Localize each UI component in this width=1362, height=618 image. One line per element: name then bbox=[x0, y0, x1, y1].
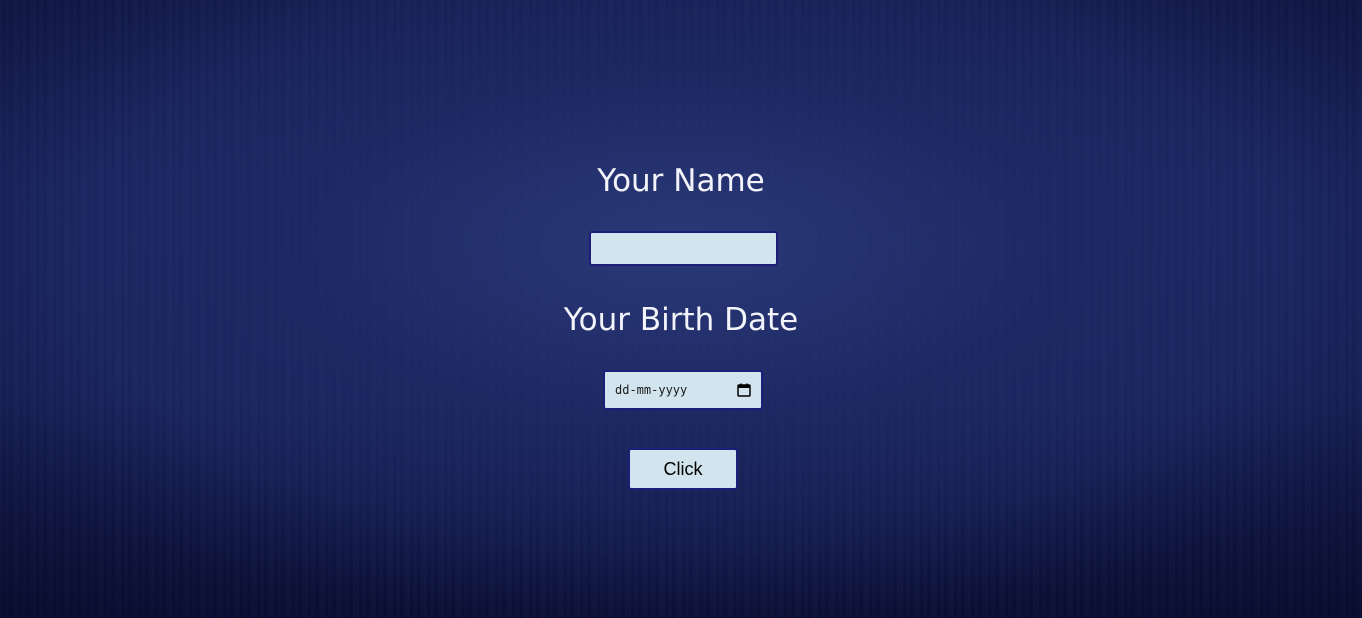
name-label: Your Name bbox=[597, 163, 765, 199]
birthday-form: Your Name Your Birth Date dd-mm-yyyy Cli… bbox=[0, 0, 1362, 618]
click-button[interactable]: Click bbox=[628, 448, 738, 490]
birth-date-input[interactable]: dd-mm-yyyy bbox=[603, 370, 763, 410]
name-input[interactable] bbox=[589, 231, 778, 266]
birth-date-label: Your Birth Date bbox=[563, 302, 799, 338]
date-placeholder: dd-mm-yyyy bbox=[615, 383, 688, 397]
calendar-icon[interactable] bbox=[737, 383, 751, 397]
